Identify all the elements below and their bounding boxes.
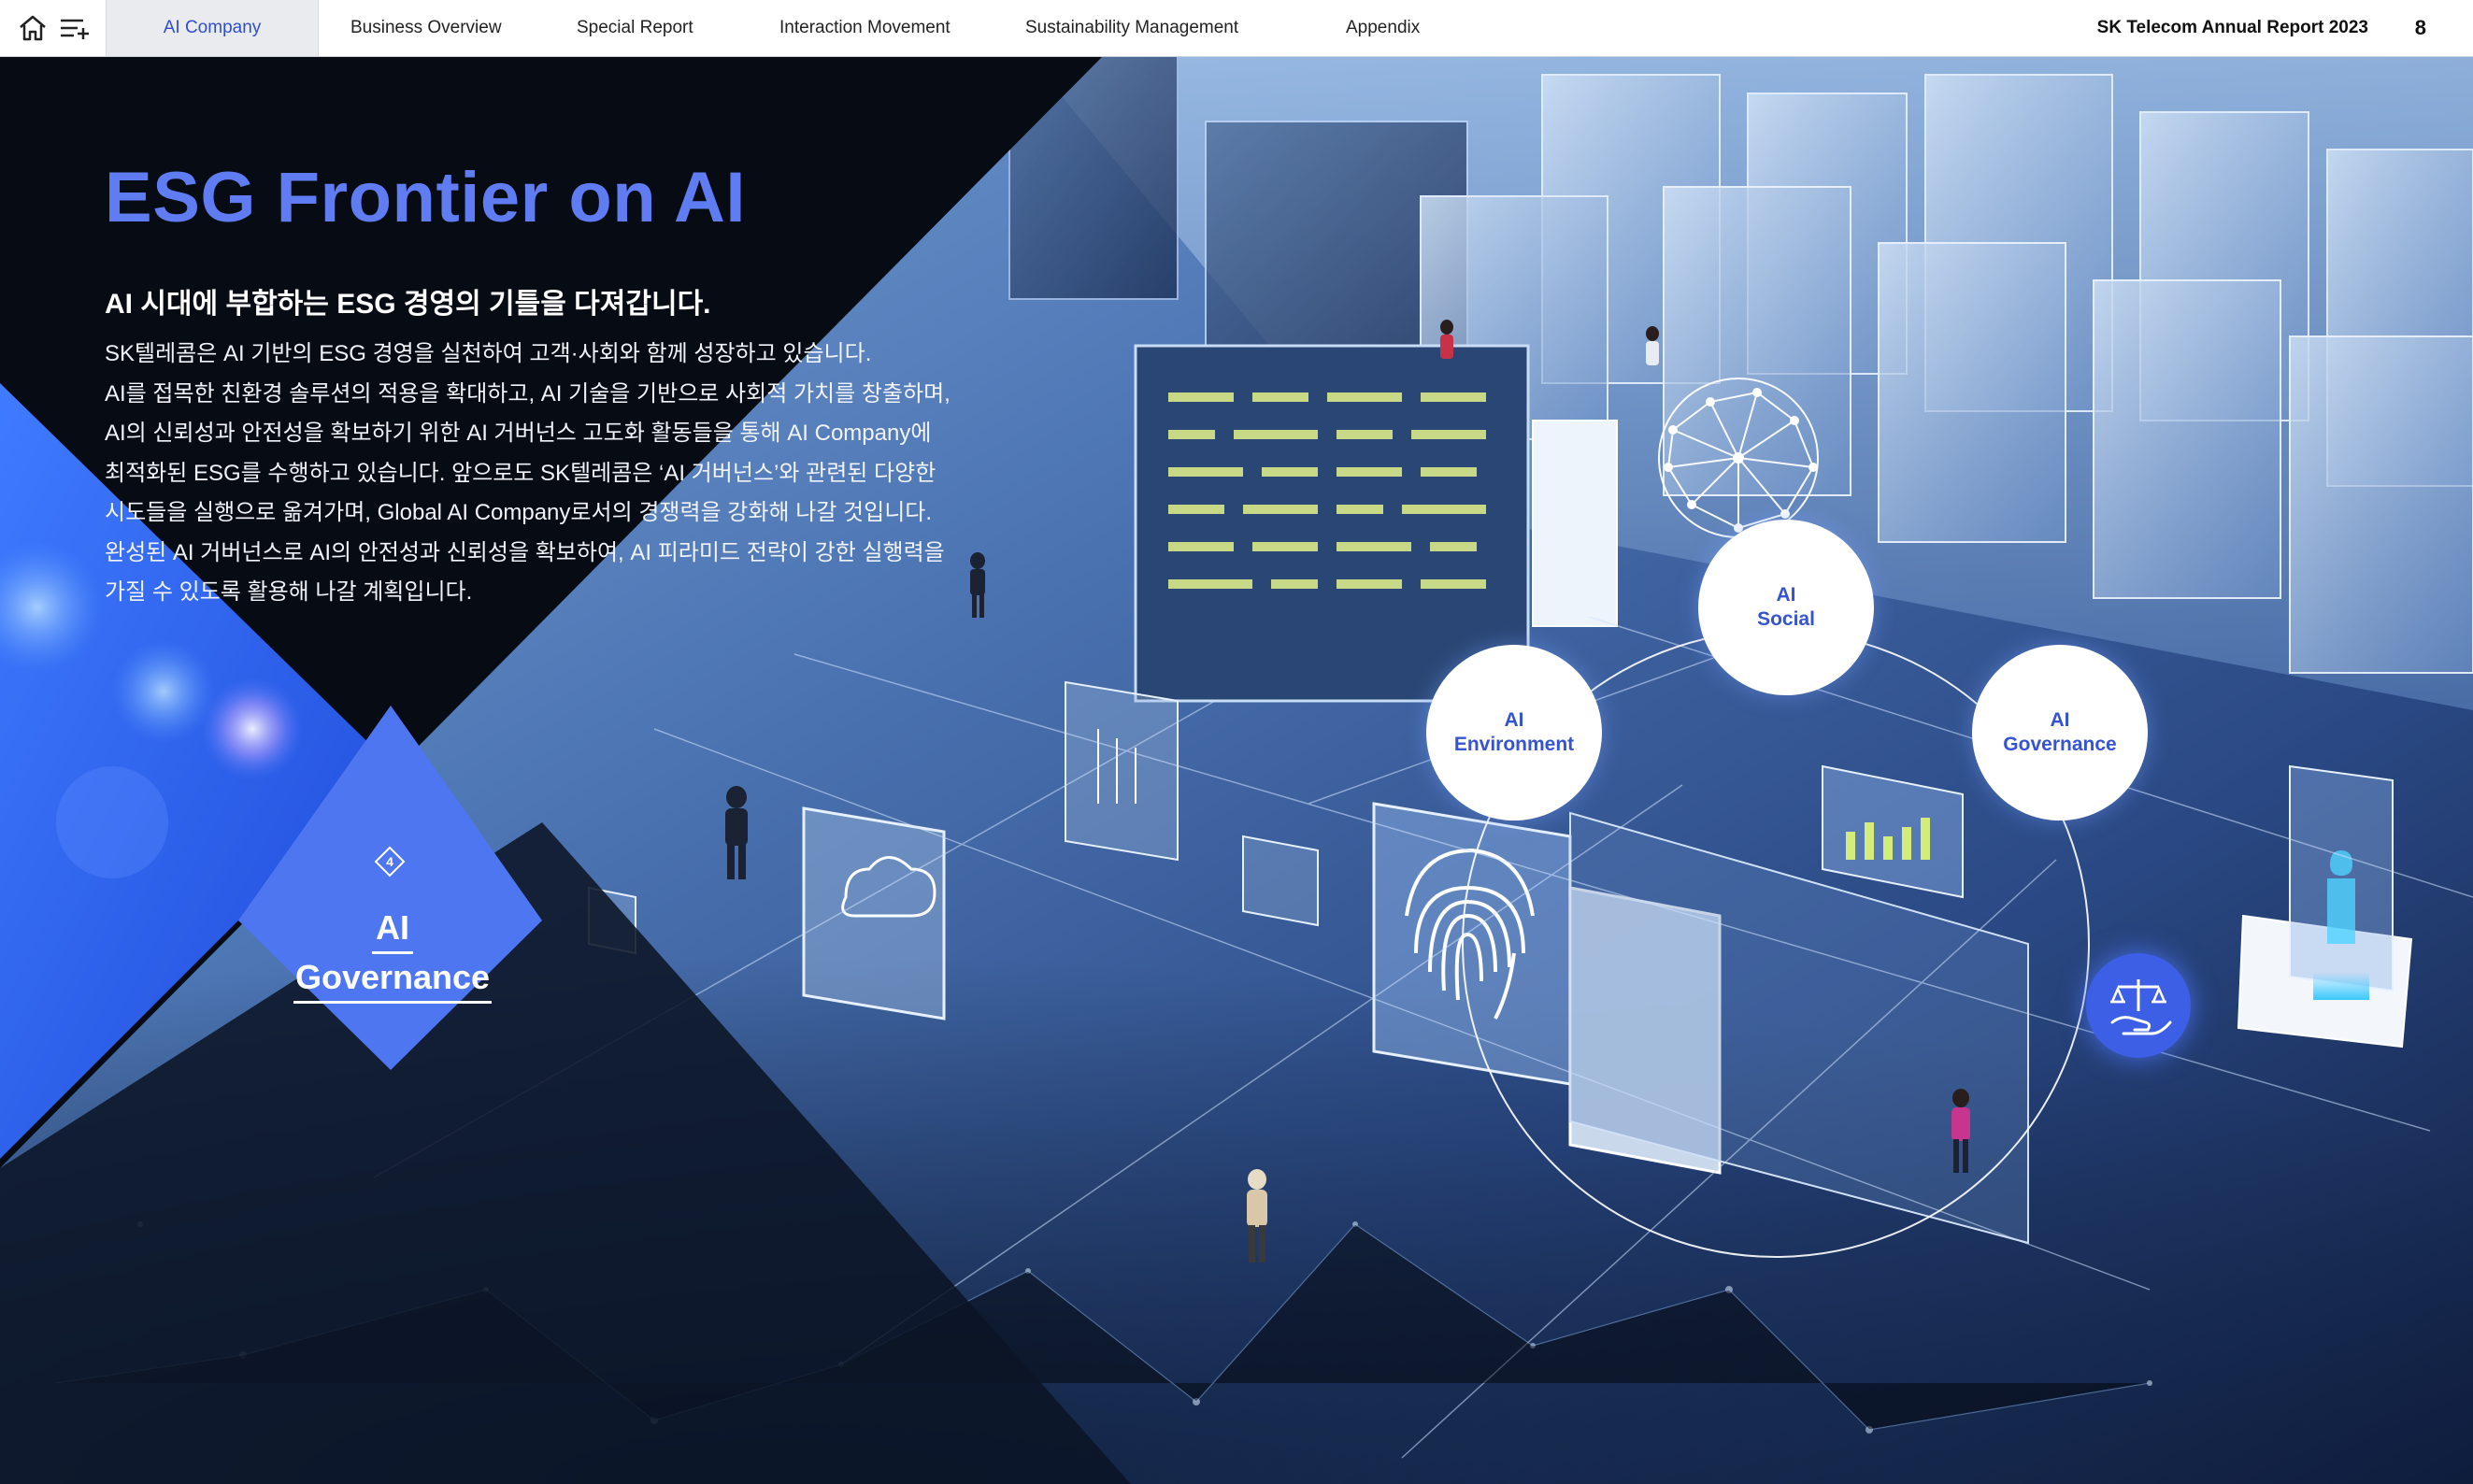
tab-appendix[interactable]: Appendix xyxy=(1346,0,1420,56)
pillar-ai-social[interactable]: AI Social xyxy=(1698,520,1874,695)
pillar-ai-environment[interactable]: AI Environment xyxy=(1426,645,1602,820)
section-number: 4 xyxy=(386,854,393,869)
page-subtitle: AI 시대에 부합하는 ESG 경영의 기틀을 다져갑니다. xyxy=(105,289,711,320)
intro-paragraph: SK텔레콤은 AI 기반의 ESG 경영을 실천하여 고객·사회와 함께 성장하… xyxy=(105,335,1002,613)
badge-line: AI xyxy=(372,905,413,954)
report-title: SK Telecom Annual Report 2023 xyxy=(2096,18,2368,37)
intro-line: AI를 접목한 친환경 솔루션의 적용을 확대하고, AI 기술을 기반으로 사… xyxy=(105,380,951,407)
intro-line: AI의 신뢰성과 안전성을 확보하기 위한 AI 거버넌스 고도화 활동들을 통… xyxy=(105,421,932,446)
badge-line: Governance xyxy=(293,954,493,1004)
intro-line: 최적화된 ESG를 수행하고 있습니다. 앞으로도 SK텔레콤은 ‘AI 거버넌… xyxy=(105,460,936,486)
pillar-label: AI xyxy=(1776,584,1796,606)
pillar-label: Governance xyxy=(2003,734,2117,755)
pillar-label: AI xyxy=(2050,709,2070,731)
hero-scene: ESG Frontier on AI AI 시대에 부합하는 ESG 경영의 기… xyxy=(0,56,2473,1484)
page-title: ESG Frontier on AI xyxy=(105,158,746,237)
scale-icon xyxy=(2086,953,2191,1058)
top-navigation-bar: AI Company Business Overview Special Rep… xyxy=(0,0,2473,57)
section-number-badge: 4 xyxy=(374,846,406,878)
tab-interaction-movement[interactable]: Interaction Movement xyxy=(779,0,951,56)
intro-line: 가질 수 있도록 활용해 나갈 계획입니다. xyxy=(105,579,473,605)
intro-line: 완성된 AI 거버넌스로 AI의 안전성과 신뢰성을 확보하여, AI 피라미드… xyxy=(105,539,945,565)
intro-line: SK텔레콤은 AI 기반의 ESG 경영을 실천하여 고객·사회와 함께 성장하… xyxy=(105,341,872,366)
pillar-label: AI xyxy=(1504,709,1524,731)
tab-business-overview[interactable]: Business Overview xyxy=(350,0,502,56)
page-number: 8 xyxy=(2414,16,2426,39)
tab-ai-company[interactable]: AI Company xyxy=(106,0,319,56)
section-label-ai-governance[interactable]: AI Governance xyxy=(280,905,505,1004)
home-icon[interactable] xyxy=(17,13,49,43)
menu-list-icon[interactable] xyxy=(58,13,92,43)
pillar-label: Social xyxy=(1757,608,1815,630)
tab-special-report[interactable]: Special Report xyxy=(577,0,693,56)
pillar-label: Environment xyxy=(1453,734,1575,755)
intro-line: 시도들을 실행으로 옮겨가며, Global AI Company로서의 경쟁력… xyxy=(105,500,933,525)
pillar-ai-governance[interactable]: AI Governance xyxy=(1972,645,2148,820)
tab-sustainability-management[interactable]: Sustainability Management xyxy=(1025,0,1238,56)
